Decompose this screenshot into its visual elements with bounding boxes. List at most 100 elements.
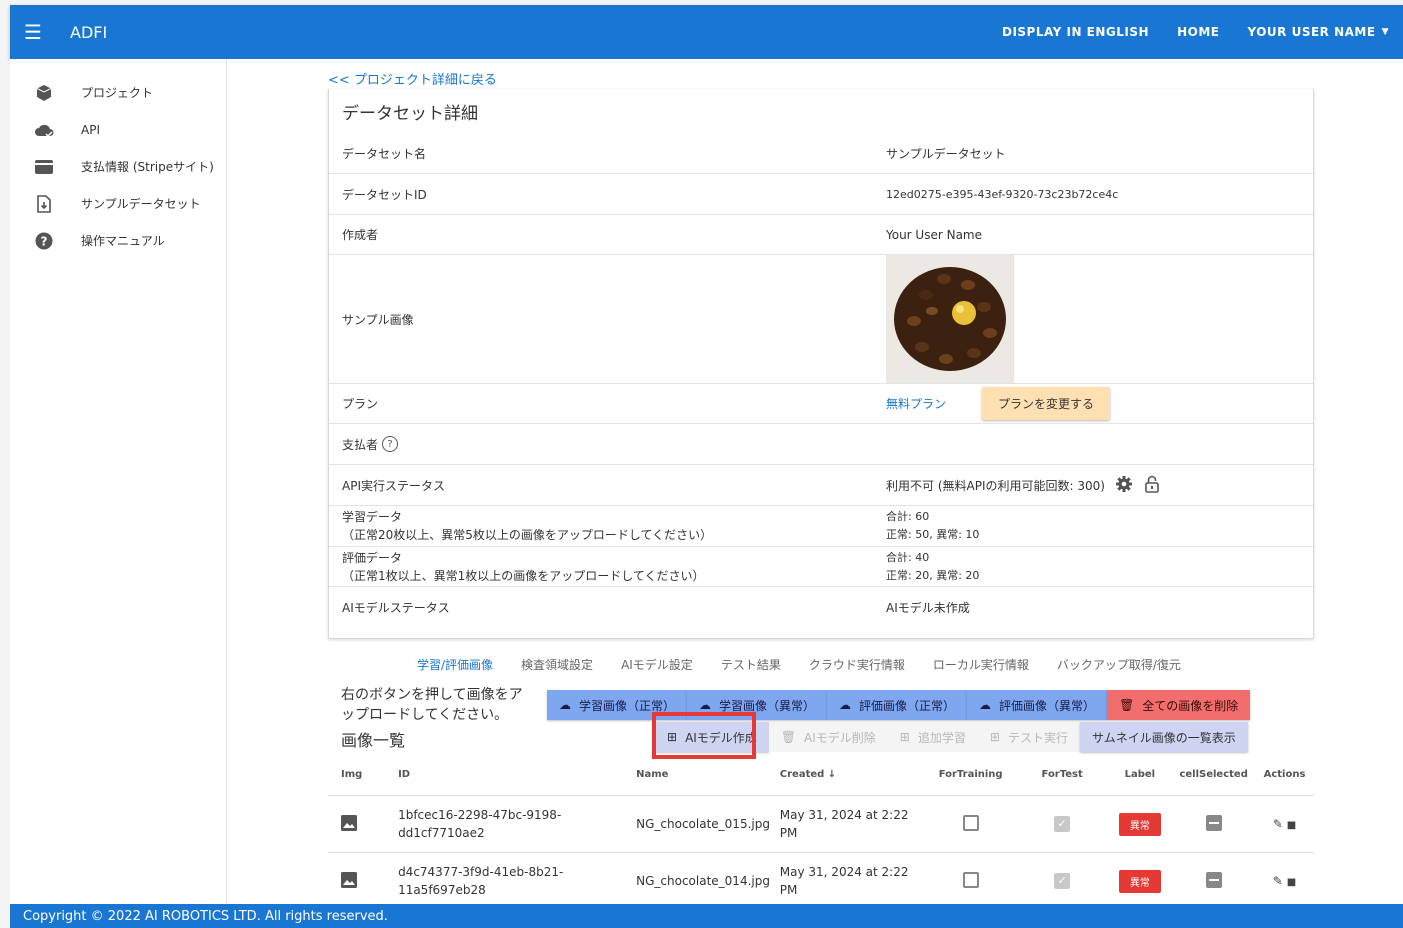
- row-value: サンプルデータセット: [886, 146, 1006, 161]
- row-label: データセットID: [342, 187, 427, 202]
- menu-icon[interactable]: ☰: [10, 5, 56, 59]
- table-row[interactable]: 1bfcec16-2298-47bc-9198-dd1cf7710ae2 NG_…: [328, 796, 1314, 853]
- credit-card-icon: [34, 157, 54, 177]
- col-label[interactable]: Label: [1107, 769, 1172, 780]
- cell-selected-indicator[interactable]: [1205, 814, 1222, 831]
- detail-row-creator: 作成者 Your User Name: [329, 215, 1313, 255]
- cell-name: NG_chocolate_014.jpg: [636, 874, 770, 888]
- upload-eval-anomaly-button[interactable]: ☁ 評価画像（異常）: [967, 690, 1108, 720]
- change-plan-button[interactable]: プランを変更する: [982, 387, 1111, 420]
- sidebar-item-project[interactable]: プロジェクト: [10, 74, 226, 111]
- fortraining-checkbox[interactable]: [962, 871, 979, 888]
- tab-backup-restore[interactable]: バックアップ取得/復元: [1057, 656, 1181, 673]
- row-value-detail: 正常: 50, 異常: 10: [886, 528, 980, 541]
- row-label: プラン: [342, 397, 379, 411]
- detail-row-name: データセット名 サンプルデータセット: [329, 133, 1313, 174]
- delete-ai-model-button[interactable]: 🗑 AIモデル削除: [768, 722, 888, 752]
- additional-training-button[interactable]: ⊞ 追加学習: [887, 722, 978, 752]
- col-id[interactable]: ID: [398, 766, 636, 784]
- row-value: 利用不可 (無料APIの利用可能回数: 300): [886, 478, 1105, 493]
- edit-icon[interactable]: ✎: [1273, 817, 1283, 831]
- caret-down-icon: ▼: [1381, 27, 1389, 37]
- row-label: API実行ステータス: [342, 478, 445, 493]
- row-value: 合計: 40: [886, 550, 930, 564]
- col-created[interactable]: Created ↓: [780, 766, 925, 784]
- image-icon[interactable]: [341, 871, 357, 891]
- sidebar-item-label: 支払情報 (Stripeサイト): [81, 160, 214, 174]
- gear-icon[interactable]: [1115, 475, 1133, 496]
- tab-training-eval-images[interactable]: 学習/評価画像: [417, 656, 493, 673]
- back-to-project-link[interactable]: << プロジェクト詳細に戻る: [328, 69, 497, 88]
- cloud-upload-icon: ☁: [979, 698, 992, 712]
- cell-created: May 31, 2024 at 2:22 PM: [779, 808, 909, 840]
- tab-ai-model-settings[interactable]: AIモデル設定: [621, 656, 693, 673]
- trash-icon[interactable]: ■: [1287, 820, 1296, 831]
- delete-all-images-button[interactable]: 🗑 全ての画像を削除: [1107, 690, 1251, 720]
- fortraining-checkbox[interactable]: [962, 814, 979, 831]
- detail-row-api-status: API実行ステータス 利用不可 (無料APIの利用可能回数: 300): [329, 465, 1313, 506]
- col-img: Img: [341, 769, 363, 780]
- display-english-link[interactable]: DISPLAY IN ENGLISH: [988, 25, 1163, 39]
- col-cellselected[interactable]: cellSelected: [1172, 769, 1255, 780]
- detail-row-eval-data: 評価データ （正常1枚以上、異常1枚以上の画像をアップロードしてください） 合計…: [329, 547, 1313, 587]
- row-label: データセット名: [342, 146, 427, 161]
- user-menu[interactable]: YOUR USER NAME ▼: [1233, 25, 1403, 39]
- highlight-box: [652, 712, 756, 759]
- row-note: （正常20枚以上、異常5枚以上の画像をアップロードしてください）: [342, 528, 713, 542]
- run-test-button[interactable]: ⊞ テスト実行: [977, 722, 1080, 752]
- cell-id: 1bfcec16-2298-47bc-9198-dd1cf7710ae2: [398, 808, 562, 840]
- edit-icon[interactable]: ✎: [1273, 874, 1283, 888]
- upload-eval-normal-button[interactable]: ☁ 評価画像（正常）: [827, 690, 968, 720]
- home-link[interactable]: HOME: [1163, 25, 1233, 39]
- row-label: 学習データ: [342, 510, 403, 524]
- col-fortraining[interactable]: ForTraining: [924, 769, 1016, 780]
- table-header: Img ID Name Created ↓ ForTraining ForTes…: [328, 754, 1314, 796]
- help-circle-icon[interactable]: ?: [382, 436, 399, 452]
- row-label: 作成者: [342, 228, 379, 242]
- arrow-down-icon: ↓: [827, 768, 837, 780]
- footer: Copyright © 2022 AI ROBOTICS LTD. All ri…: [10, 904, 1403, 928]
- svg-text:?: ?: [41, 234, 48, 248]
- sidebar-item-sample-dataset[interactable]: サンプルデータセット: [10, 185, 226, 222]
- cube-icon: [34, 83, 54, 103]
- label-badge[interactable]: 異常: [1118, 869, 1161, 893]
- row-value-detail: 正常: 20, 異常: 20: [886, 568, 980, 582]
- row-label: 支払者: [342, 437, 379, 452]
- col-fortest[interactable]: ForTest: [1017, 769, 1108, 780]
- col-name[interactable]: Name: [636, 769, 780, 780]
- sample-image: [886, 255, 1014, 383]
- app-brand[interactable]: ADFI: [70, 23, 107, 42]
- image-icon[interactable]: [341, 814, 357, 834]
- help-icon: ?: [34, 231, 54, 251]
- fortest-checkbox[interactable]: ✓: [1054, 873, 1071, 889]
- tab-bar: 学習/評価画像 検査領域設定 AIモデル設定 テスト結果 クラウド実行情報 ロー…: [328, 649, 1314, 679]
- sidebar-item-manual[interactable]: ? 操作マニュアル: [10, 222, 226, 259]
- lock-open-icon[interactable]: [1145, 475, 1159, 496]
- fortest-checkbox[interactable]: ✓: [1054, 816, 1071, 832]
- tab-test-results[interactable]: テスト結果: [721, 656, 781, 673]
- table-row[interactable]: d4c74377-3f9d-41eb-8b21-11a5f697eb28 NG_…: [328, 853, 1314, 910]
- plan-link[interactable]: 無料プラン: [886, 395, 946, 412]
- row-value: AIモデル未作成: [886, 601, 970, 615]
- cell-selected-indicator[interactable]: [1205, 871, 1222, 888]
- dataset-detail-card: データセット詳細 データセット名 サンプルデータセット データセットID 12e…: [328, 89, 1314, 639]
- trash-icon: 🗑: [1119, 698, 1135, 712]
- card-title: データセット詳細: [342, 103, 478, 124]
- cloud-upload-icon: ☁: [559, 698, 571, 712]
- tab-inspection-area[interactable]: 検査領域設定: [521, 656, 593, 673]
- image-list-title: 画像一覧: [341, 731, 406, 750]
- label-badge[interactable]: 異常: [1118, 812, 1161, 836]
- tab-cloud-execution[interactable]: クラウド実行情報: [809, 656, 905, 673]
- sidebar-item-payment[interactable]: 支払情報 (Stripeサイト): [10, 148, 226, 185]
- row-note: （正常1枚以上、異常1枚以上の画像をアップロードしてください）: [342, 568, 705, 583]
- detail-row-model-status: AIモデルステータス AIモデル未作成: [329, 587, 1313, 628]
- sidebar-item-api[interactable]: API: [10, 111, 226, 148]
- tab-local-execution[interactable]: ローカル実行情報: [933, 656, 1029, 673]
- sidebar-item-label: プロジェクト: [81, 86, 154, 100]
- trash-icon[interactable]: ■: [1287, 877, 1296, 888]
- sidebar-item-label: 操作マニュアル: [81, 234, 165, 248]
- cloud-icon: [34, 120, 54, 140]
- detail-row-id: データセットID 12ed0275-e395-43ef-9320-73c23b7…: [329, 174, 1313, 215]
- image-table: Img ID Name Created ↓ ForTraining ForTes…: [328, 754, 1314, 910]
- show-thumbnails-button[interactable]: サムネイル画像の一覧表示: [1079, 722, 1248, 752]
